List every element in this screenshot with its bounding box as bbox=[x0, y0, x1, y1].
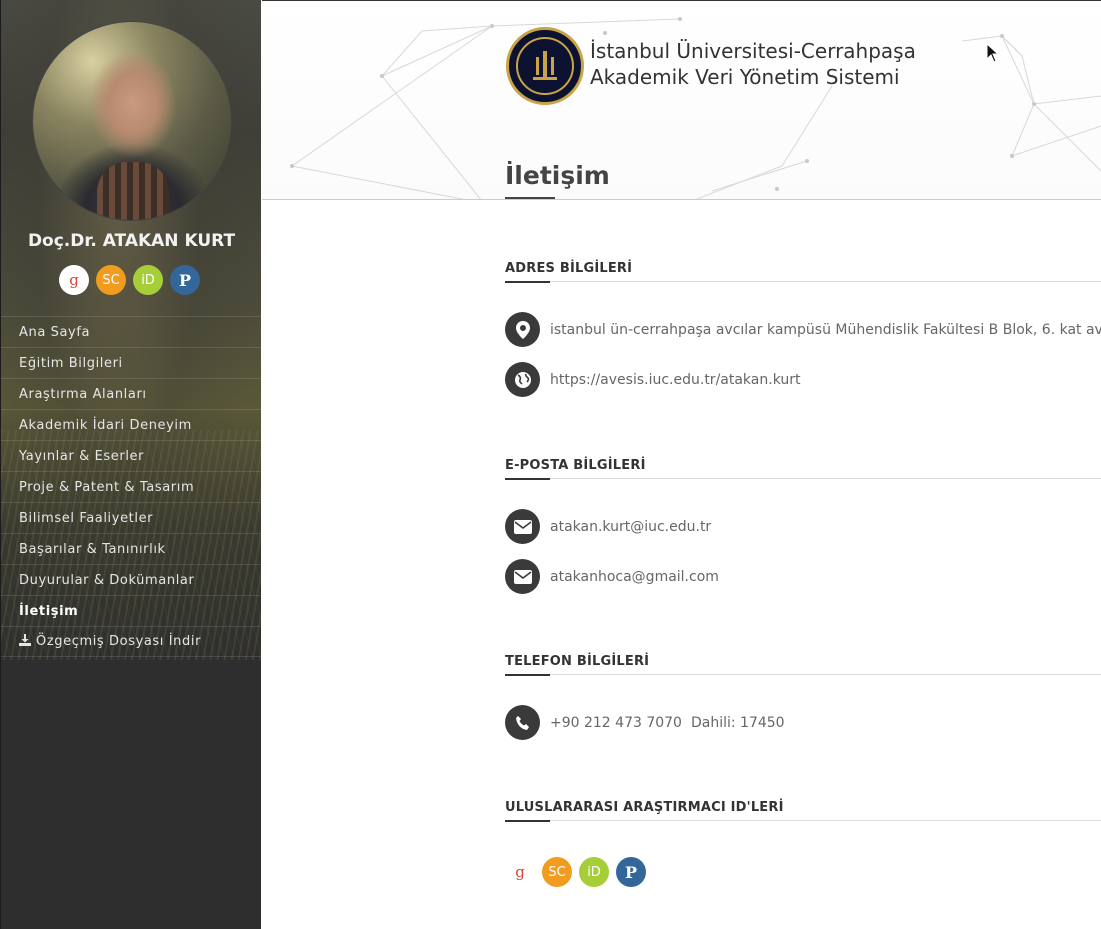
nav-item-label: Özgeçmiş Dosyası İndir bbox=[36, 634, 202, 649]
nav-item-bilimsel[interactable]: Bilimsel Faaliyetler bbox=[1, 502, 261, 533]
email-row: atakan.kurt@iuc.edu.tr bbox=[505, 509, 711, 544]
section-divider bbox=[505, 674, 1101, 676]
sidebar-researcher-ids: g SC iD P bbox=[59, 265, 200, 295]
nav-item-ozgecmis-indir[interactable]: Özgeçmiş Dosyası İndir bbox=[1, 626, 261, 657]
envelope-icon bbox=[505, 559, 540, 594]
nav-item-label: Eğitim Bilgileri bbox=[19, 355, 123, 371]
nav-item-label: Yayınlar & Eserler bbox=[19, 448, 145, 464]
nav-item-ana-sayfa[interactable]: Ana Sayfa bbox=[1, 316, 261, 347]
nav-item-idari-deneyim[interactable]: Akademik İdari Deneyim bbox=[1, 409, 261, 440]
nav-item-proje[interactable]: Proje & Patent & Tasarım bbox=[1, 471, 261, 502]
university-seal-icon bbox=[516, 37, 574, 95]
scopus-icon[interactable]: SC bbox=[542, 857, 572, 887]
section-divider bbox=[505, 281, 1101, 283]
section-title-phone: TELEFON BİLGİLERİ bbox=[505, 654, 650, 669]
mouse-cursor-icon bbox=[986, 43, 1000, 63]
section-title-address: ADRES BİLGİLERİ bbox=[505, 261, 633, 276]
map-marker-icon bbox=[505, 312, 540, 347]
university-title[interactable]: İstanbul Üniversitesi-Cerrahpaşa Akademi… bbox=[590, 38, 916, 90]
address-text: istanbul ün-cerrahpaşa avcılar kampüsü M… bbox=[550, 321, 1101, 338]
nav-item-iletisim[interactable]: İletişim bbox=[1, 595, 261, 626]
nav-item-label: Duyurular & Dokümanlar bbox=[19, 572, 195, 588]
nav-item-label: Başarılar & Tanınırlık bbox=[19, 541, 166, 557]
nav-item-label: İletişim bbox=[19, 603, 79, 619]
download-icon bbox=[19, 634, 31, 649]
nav-item-basarilar[interactable]: Başarılar & Tanınırlık bbox=[1, 533, 261, 564]
google-scholar-icon[interactable]: g bbox=[59, 265, 89, 295]
nav-item-label: Ana Sayfa bbox=[19, 324, 91, 340]
email-link[interactable]: atakanhoca@gmail.com bbox=[550, 569, 719, 585]
section-divider bbox=[505, 820, 1101, 822]
website-link[interactable]: https://avesis.iuc.edu.tr/atakan.kurt bbox=[550, 372, 801, 388]
nav-item-egitim[interactable]: Eğitim Bilgileri bbox=[1, 347, 261, 378]
phone-extension: Dahili: 17450 bbox=[690, 714, 785, 731]
phone-number[interactable]: +90 212 473 7070 bbox=[550, 715, 682, 731]
contact-content: ADRES BİLGİLERİ istanbul ün-cerrahpaşa a… bbox=[505, 200, 1101, 929]
phone-row: +90 212 473 7070 Dahili: 17450 bbox=[505, 705, 785, 740]
university-line2: Akademik Veri Yönetim Sistemi bbox=[590, 65, 900, 89]
phone-icon bbox=[505, 705, 540, 740]
researcher-ids-row: g SC iD P bbox=[505, 857, 646, 887]
nav-item-arastirma[interactable]: Araştırma Alanları bbox=[1, 378, 261, 409]
section-divider bbox=[505, 478, 1101, 480]
email-row: atakanhoca@gmail.com bbox=[505, 559, 719, 594]
address-row: istanbul ün-cerrahpaşa avcılar kampüsü M… bbox=[505, 312, 1101, 347]
university-logo[interactable] bbox=[506, 27, 584, 105]
sidebar-nav: Ana Sayfa Eğitim Bilgileri Araştırma Ala… bbox=[1, 316, 261, 657]
website-row: https://avesis.iuc.edu.tr/atakan.kurt bbox=[505, 362, 801, 397]
section-title-email: E-POSTA BİLGİLERİ bbox=[505, 458, 646, 473]
nav-item-label: Bilimsel Faaliyetler bbox=[19, 510, 154, 526]
scopus-icon[interactable]: SC bbox=[96, 265, 126, 295]
profile-name: Doç.Dr. ATAKAN KURT bbox=[27, 231, 236, 251]
nav-item-yayinlar[interactable]: Yayınlar & Eserler bbox=[1, 440, 261, 471]
profile-photo bbox=[32, 21, 232, 221]
publons-icon[interactable]: P bbox=[170, 265, 200, 295]
orcid-icon[interactable]: iD bbox=[579, 857, 609, 887]
sidebar: Doç.Dr. ATAKAN KURT g SC iD P Ana Sayfa … bbox=[0, 0, 261, 929]
nav-item-label: Proje & Patent & Tasarım bbox=[19, 479, 195, 495]
page-header: İstanbul Üniversitesi-Cerrahpaşa Akademi… bbox=[262, 0, 1101, 200]
globe-icon bbox=[505, 362, 540, 397]
google-scholar-icon[interactable]: g bbox=[505, 857, 535, 887]
nav-item-duyurular[interactable]: Duyurular & Dokümanlar bbox=[1, 564, 261, 595]
section-title-researcher-ids: ULUSLARARASI ARAŞTIRMACI ID'LERİ bbox=[505, 800, 784, 815]
page-title: İletişim bbox=[505, 161, 610, 190]
email-link[interactable]: atakan.kurt@iuc.edu.tr bbox=[550, 519, 711, 535]
publons-icon[interactable]: P bbox=[616, 857, 646, 887]
nav-item-label: Akademik İdari Deneyim bbox=[19, 417, 192, 433]
envelope-icon bbox=[505, 509, 540, 544]
nav-item-label: Araştırma Alanları bbox=[19, 386, 147, 402]
network-background-graphic bbox=[290, 17, 1101, 199]
university-line1: İstanbul Üniversitesi-Cerrahpaşa bbox=[590, 39, 916, 63]
orcid-icon[interactable]: iD bbox=[133, 265, 163, 295]
